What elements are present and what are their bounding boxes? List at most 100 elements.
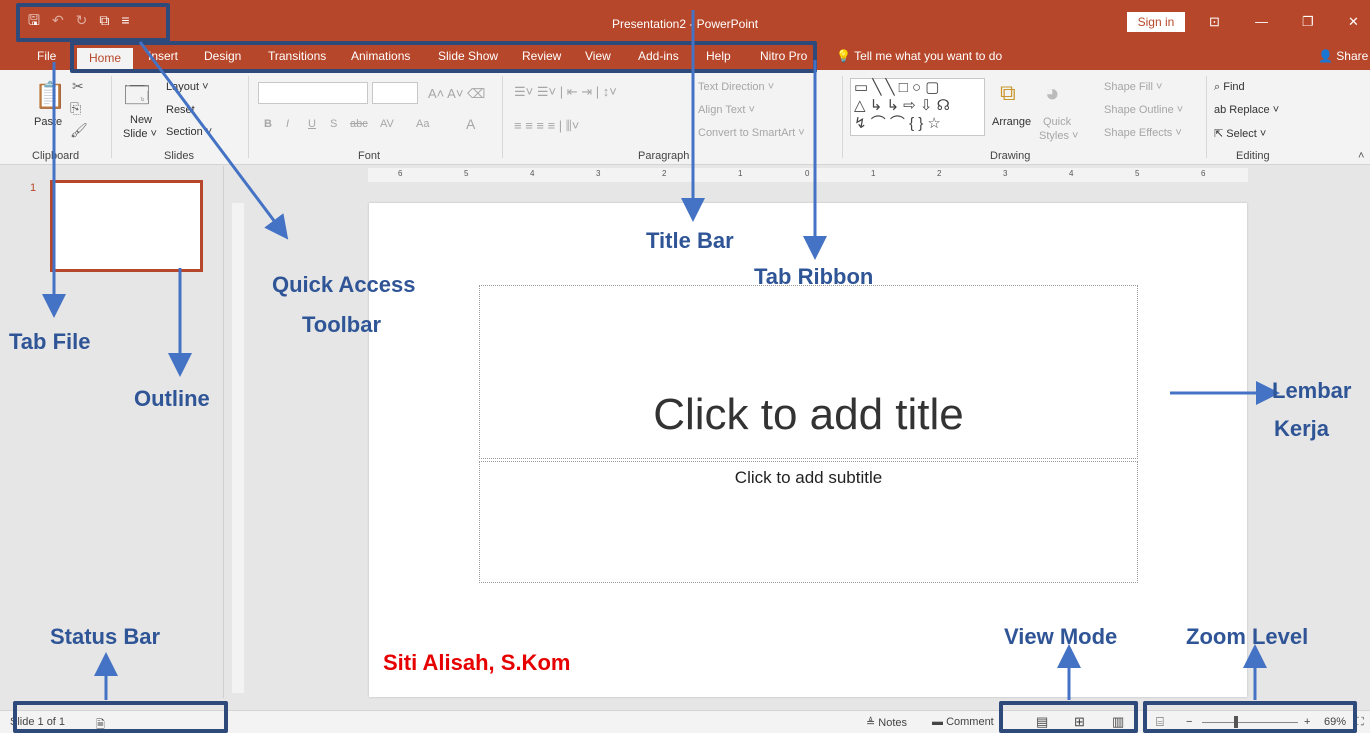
reset-button[interactable]: Reset	[166, 104, 195, 116]
layout-button[interactable]: Layout ˅	[166, 81, 209, 93]
close-icon[interactable]: ✕	[1348, 14, 1359, 30]
ruler-tick: 5	[1135, 169, 1140, 178]
magnifier-icon: ⌕	[1214, 81, 1224, 93]
comments-label: Comment	[946, 716, 994, 728]
label-quick-access: Quick Access	[272, 272, 416, 297]
slides-group-label: Slides	[164, 150, 194, 162]
strikethrough-button[interactable]: abc	[350, 118, 368, 130]
paragraph-group-label: Paragraph	[638, 150, 690, 162]
tell-me-label: Tell me what you want to do	[854, 49, 1003, 63]
tab-file[interactable]: File	[37, 49, 56, 63]
quick-styles-icon[interactable]: ◕	[1045, 80, 1060, 108]
notes-icon: ≜	[866, 717, 879, 729]
label-quick-access-2: Toolbar	[302, 312, 382, 337]
new-slide-button-2[interactable]: Slide ˅	[123, 128, 157, 140]
font-grow-shrink-icon[interactable]: A˄ A˅ ⌫	[428, 86, 485, 102]
notes-label: Notes	[878, 717, 908, 729]
char-spacing-button[interactable]: AV	[380, 118, 394, 130]
drawing-group-label: Drawing	[990, 150, 1031, 162]
bold-button[interactable]: B	[264, 118, 272, 130]
find-button[interactable]: ⌕ Find	[1214, 81, 1245, 94]
group-divider	[1206, 76, 1207, 158]
copy-icon[interactable]: ⎘	[70, 100, 81, 117]
lightbulb-icon: 💡	[836, 49, 851, 63]
format-painter-icon[interactable]: 🖌	[70, 122, 88, 139]
subtitle-placeholder-text: Click to add subtitle	[734, 468, 883, 487]
align-text-button[interactable]: Align Text ˅	[698, 104, 755, 116]
author-credit: Siti Alisah, S.Kom	[383, 650, 571, 675]
tell-me-search[interactable]: 💡 Tell me what you want to do	[836, 49, 1002, 63]
convert-smartart-button[interactable]: Convert to SmartArt ˅	[698, 127, 805, 139]
bullets-numbering-icon[interactable]: ☰˅ ☰˅ | ⇤ ⇥ | ↕˅	[514, 84, 617, 100]
find-label: Find	[1223, 81, 1245, 93]
highlight-quick-access	[16, 3, 170, 42]
italic-button[interactable]: I	[286, 118, 289, 130]
font-size-box[interactable]	[372, 82, 418, 104]
title-bar: 🖫 ↶ ↻ ⧉ ≡ Presentation2 - PowerPoint Sig…	[0, 0, 1370, 44]
ruler-tick: 5	[464, 169, 469, 178]
new-slide-button[interactable]: New	[130, 114, 152, 126]
thumbnail-number: 1	[30, 182, 37, 194]
font-group-label: Font	[358, 150, 381, 162]
ruler-tick: 0	[805, 169, 810, 178]
arrange-icon[interactable]: ⧉	[1000, 80, 1016, 106]
ruler-tick: 6	[1201, 169, 1206, 178]
group-divider	[111, 76, 112, 158]
cut-icon[interactable]: ✂	[72, 78, 84, 95]
arrange-button[interactable]: Arrange	[992, 116, 1031, 128]
ruler-tick: 1	[738, 169, 743, 178]
quick-styles-button[interactable]: Quick	[1043, 116, 1071, 128]
title-placeholder[interactable]: Click to add title	[479, 285, 1138, 459]
ruler-tick: 3	[596, 169, 601, 178]
horizontal-ruler: 6 5 4 3 2 1 0 1 2 3 4 5 6	[368, 168, 1248, 182]
replace-button[interactable]: ab Replace ˅	[1214, 104, 1279, 116]
cursor-icon: ⇱	[1214, 128, 1227, 140]
ribbon: 📋 ✂ ⎘ 🖌 Paste Clipboard 🗔 New Slide ˅ La…	[0, 70, 1370, 165]
new-slide-icon[interactable]: 🗔	[124, 78, 150, 119]
shape-outline-button[interactable]: Shape Outline ˅	[1104, 104, 1183, 116]
subtitle-placeholder[interactable]: Click to add subtitle	[479, 461, 1138, 583]
label-outline: Outline	[134, 386, 210, 411]
label-view-mode: View Mode	[1004, 624, 1118, 649]
label-zoom-level: Zoom Level	[1186, 624, 1309, 649]
title-placeholder-text: Click to add title	[653, 390, 964, 439]
font-color-button[interactable]: A	[466, 116, 475, 132]
shape-effects-button[interactable]: Shape Effects ˅	[1104, 127, 1182, 139]
font-name-box[interactable]	[258, 82, 368, 104]
section-button[interactable]: Section ˅	[166, 126, 212, 138]
select-button[interactable]: ⇱ Select ˅	[1214, 127, 1266, 140]
comment-icon: ▬	[932, 716, 947, 728]
ribbon-display-options-icon[interactable]: ⊡	[1209, 14, 1220, 30]
slide-thumbnail[interactable]	[50, 180, 203, 272]
notes-button[interactable]: ≜ Notes	[866, 716, 907, 729]
ruler-tick: 2	[662, 169, 667, 178]
highlight-zoom-level	[1143, 701, 1357, 733]
paste-button[interactable]: Paste	[34, 116, 62, 128]
vertical-ruler	[232, 203, 244, 693]
quick-styles-button-2[interactable]: Styles ˅	[1039, 130, 1078, 142]
alignment-icons[interactable]: ≡ ≡ ≡ ≡ | ⫼˅	[514, 118, 579, 134]
shapes-gallery[interactable]: ▭ ╲ ╲ □ ○ ▢ △ ↳ ↳ ⇨ ⇩ ☊ ↯ ⌒ ⌒ { } ☆	[850, 78, 985, 136]
underline-button[interactable]: U	[308, 118, 316, 130]
ruler-tick: 4	[530, 169, 535, 178]
share-button[interactable]: 👤 Share	[1318, 49, 1368, 63]
paste-icon[interactable]: 📋	[34, 80, 66, 111]
highlight-status-bar	[13, 701, 228, 733]
change-case-button[interactable]: Aa	[416, 118, 429, 130]
shape-fill-button[interactable]: Shape Fill ˅	[1104, 81, 1162, 93]
text-direction-button[interactable]: Text Direction ˅	[698, 81, 774, 93]
ruler-tick: 6	[398, 169, 403, 178]
restore-icon[interactable]: ❐	[1302, 14, 1314, 30]
fit-to-window-icon[interactable]: ⛶	[1356, 716, 1364, 729]
minimize-icon[interactable]: —	[1255, 14, 1268, 29]
collapse-ribbon-icon[interactable]: ˄	[1358, 150, 1364, 162]
group-divider	[248, 76, 249, 158]
label-title-bar: Title Bar	[646, 228, 734, 253]
comments-button[interactable]: ▬ Comment	[932, 716, 994, 728]
label-tab-ribbon: Tab Ribbon	[754, 264, 874, 289]
clipboard-group-label: Clipboard	[32, 150, 80, 162]
editing-group-label: Editing	[1236, 150, 1270, 162]
replace-icon: ab	[1214, 104, 1230, 116]
shadow-button[interactable]: S	[330, 118, 337, 130]
sign-in-button[interactable]: Sign in	[1127, 12, 1185, 32]
